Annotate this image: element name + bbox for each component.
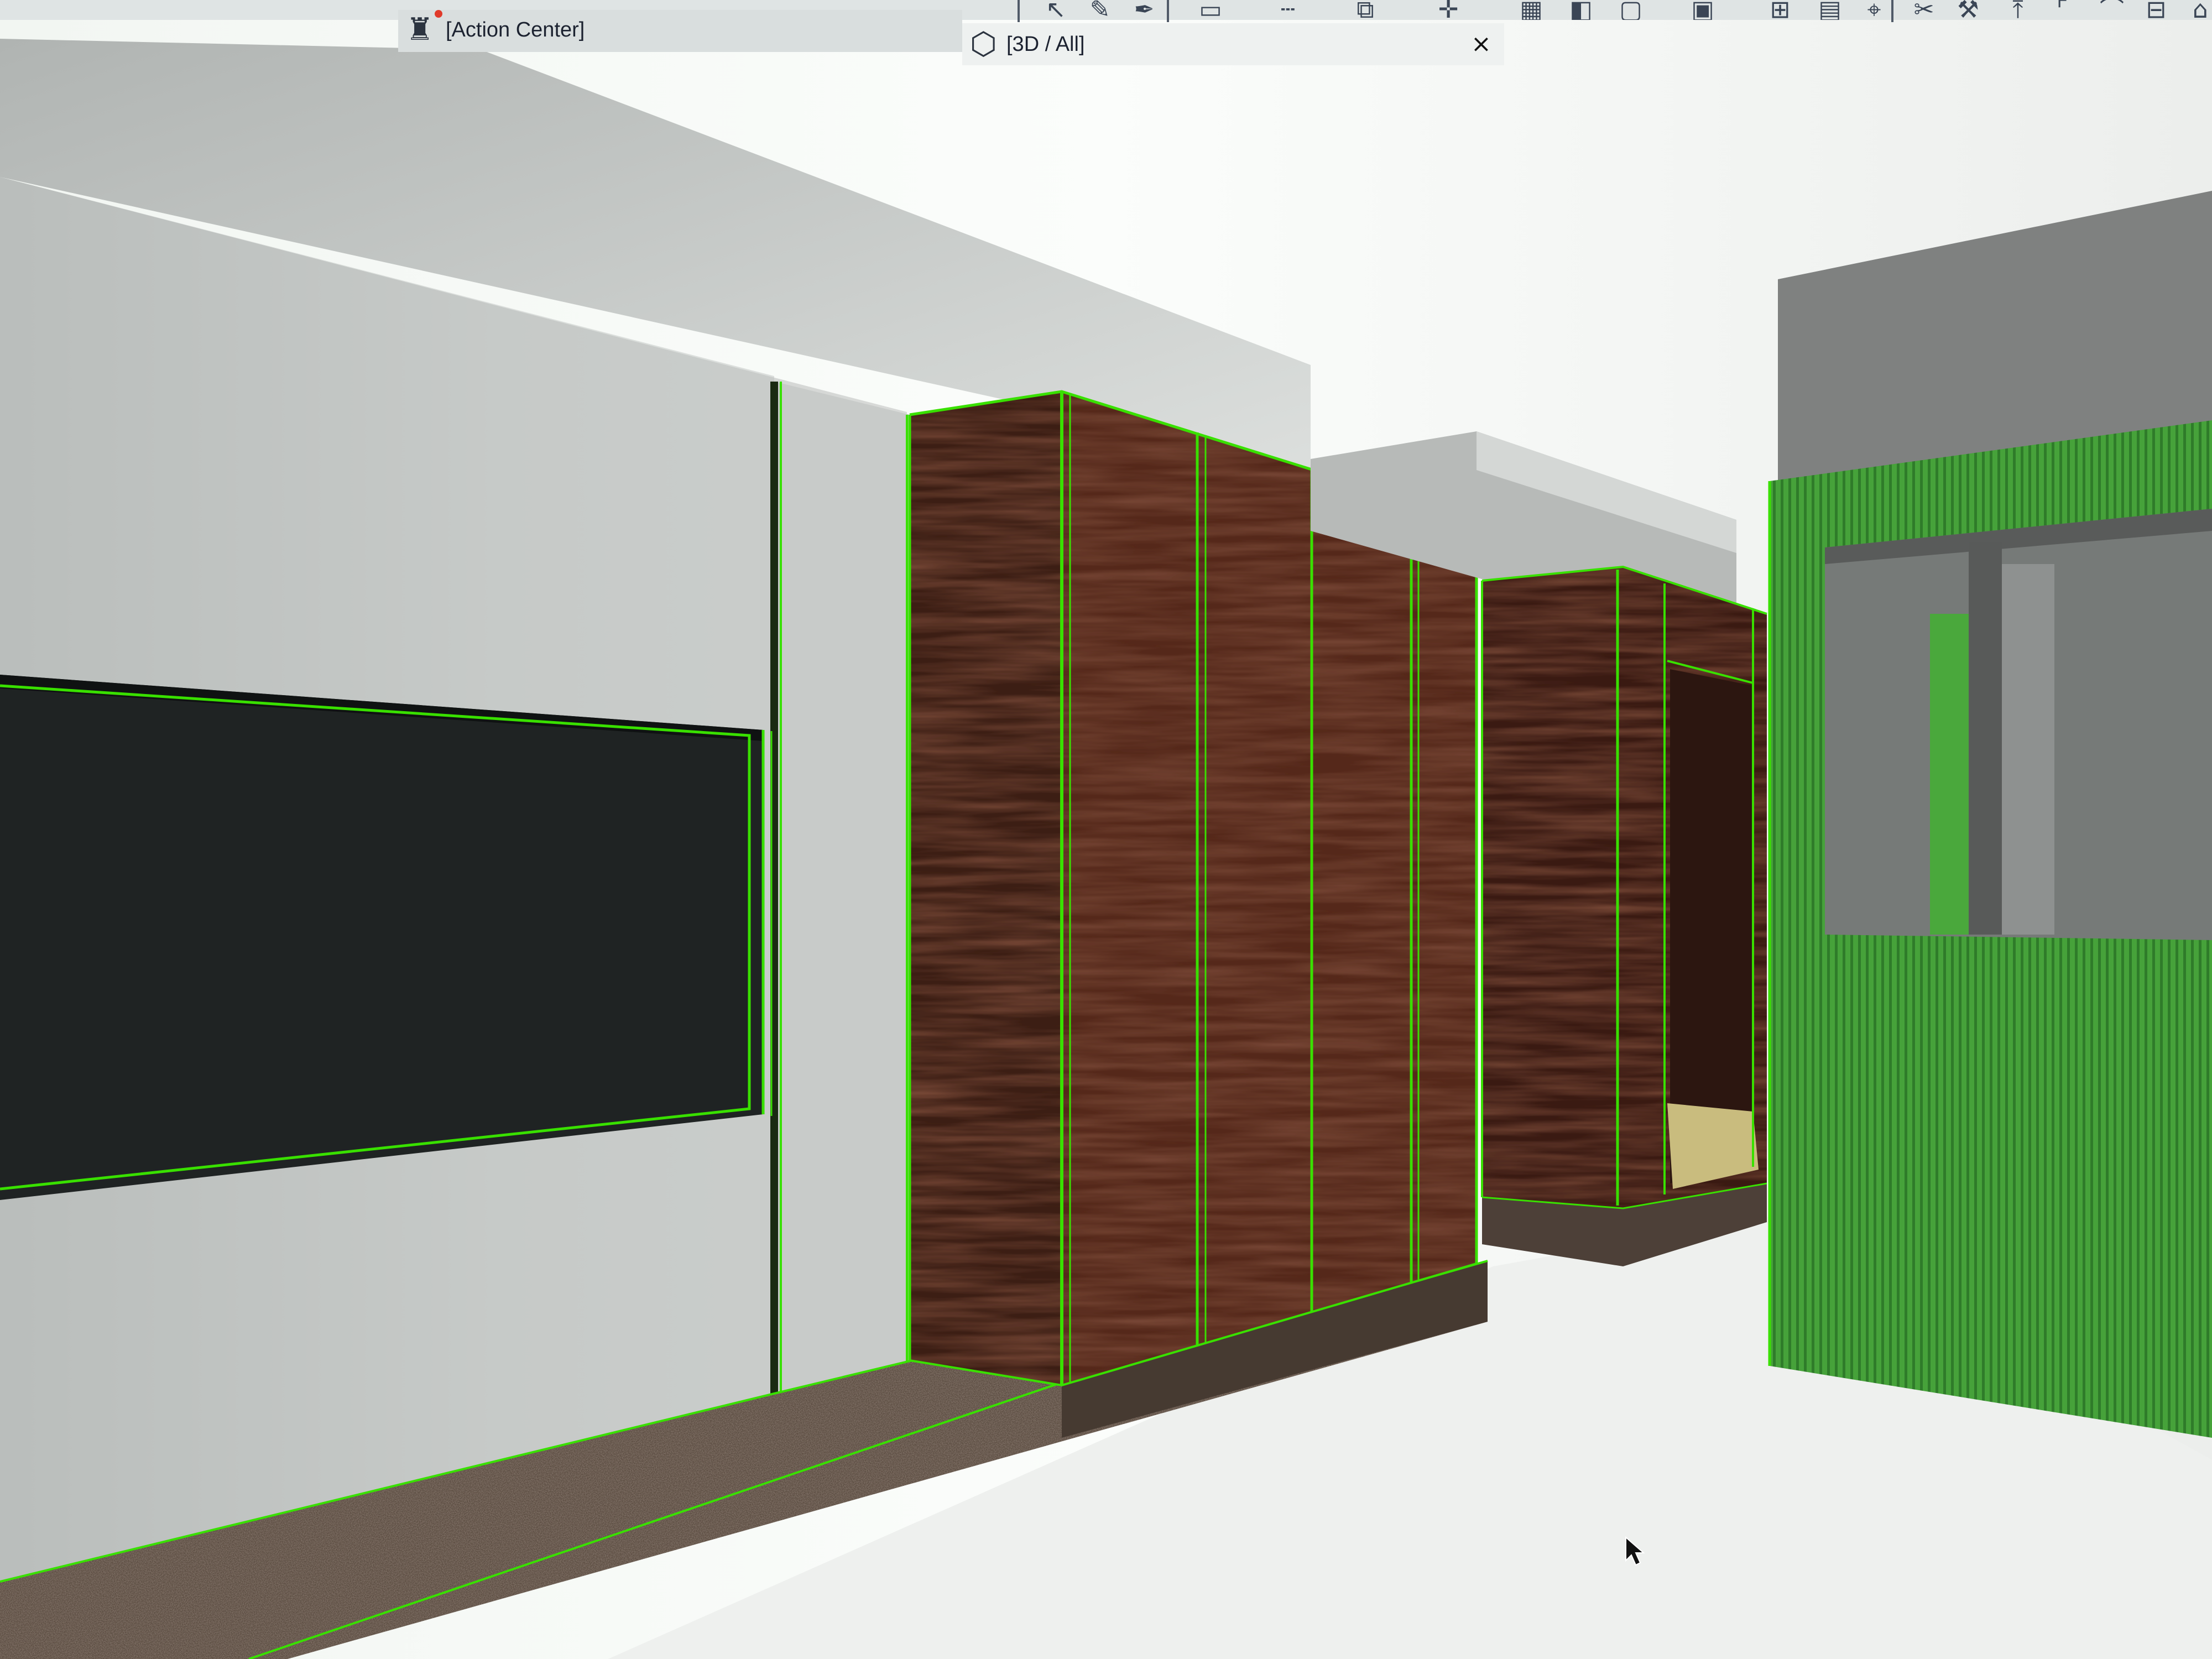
pencil-icon[interactable]: ✎ bbox=[1084, 0, 1116, 20]
tab-3d-all[interactable]: ⬡ [3D / All] × bbox=[962, 23, 1504, 65]
layer-icon[interactable]: ▣ bbox=[1687, 0, 1719, 20]
tv-panel bbox=[0, 675, 763, 1200]
trim-icon[interactable]: ✂ bbox=[1908, 0, 1940, 20]
tab-action-center[interactable]: ♜ [Action Center] bbox=[398, 10, 962, 52]
toolbar-separator bbox=[1018, 0, 1020, 22]
table-icon[interactable]: ▤ bbox=[1814, 0, 1846, 20]
mouse-cursor-icon bbox=[1625, 1536, 1645, 1566]
3d-view-icon: ⬡ bbox=[970, 26, 997, 62]
tab-3d-all-label: [3D / All] bbox=[1006, 33, 1085, 56]
split-icon[interactable]: ⊟ bbox=[2140, 0, 2172, 20]
snap-crosshair-icon[interactable]: ✛ bbox=[1432, 0, 1464, 20]
pen-icon[interactable]: ✒ bbox=[1128, 0, 1160, 20]
grid-icon[interactable]: ▦ bbox=[1515, 0, 1547, 20]
close-tab-button[interactable]: × bbox=[1471, 23, 1491, 65]
wall-pilaster bbox=[774, 382, 910, 1399]
coordinate-xy-icon[interactable]: ⧉ bbox=[1349, 0, 1381, 20]
model-check-icon[interactable]: ⊞ bbox=[1764, 0, 1796, 20]
toolbar-separator bbox=[1167, 0, 1169, 22]
explode-icon[interactable]: ⌖ bbox=[1858, 0, 1890, 20]
frame-icon[interactable]: ▢ bbox=[1615, 0, 1647, 20]
3d-viewport[interactable] bbox=[0, 0, 2212, 1659]
action-center-icon: ♜ bbox=[406, 12, 434, 48]
select-arrow-icon[interactable]: ↖ bbox=[1040, 0, 1072, 20]
toolbar-separator bbox=[1891, 0, 1893, 22]
notification-dot bbox=[435, 10, 442, 18]
adjust-icon[interactable]: ⚒ bbox=[1952, 0, 1984, 20]
toolbar: ↖ ✎ ✒ ▭ ┄ ⧉ ✛ ▦ ◧ ▢ ▣ ⊞ ▤ ⌖ ✂ ⚒ ⤒ ⌜ ⌒ ⊟ ⌂ bbox=[0, 0, 2212, 22]
corner-icon[interactable]: ⌜ bbox=[2046, 0, 2078, 20]
home-icon[interactable]: ⌂ bbox=[2184, 0, 2212, 20]
offset-icon[interactable]: ⤒ bbox=[2002, 0, 2034, 20]
line-style-icon[interactable]: ┄ bbox=[1272, 0, 1304, 20]
fillet-icon[interactable]: ⌒ bbox=[2096, 0, 2128, 20]
section-icon[interactable]: ▭ bbox=[1194, 0, 1227, 20]
elevation-icon[interactable]: ◧ bbox=[1565, 0, 1597, 20]
tab-action-center-label: [Action Center] bbox=[446, 18, 585, 41]
